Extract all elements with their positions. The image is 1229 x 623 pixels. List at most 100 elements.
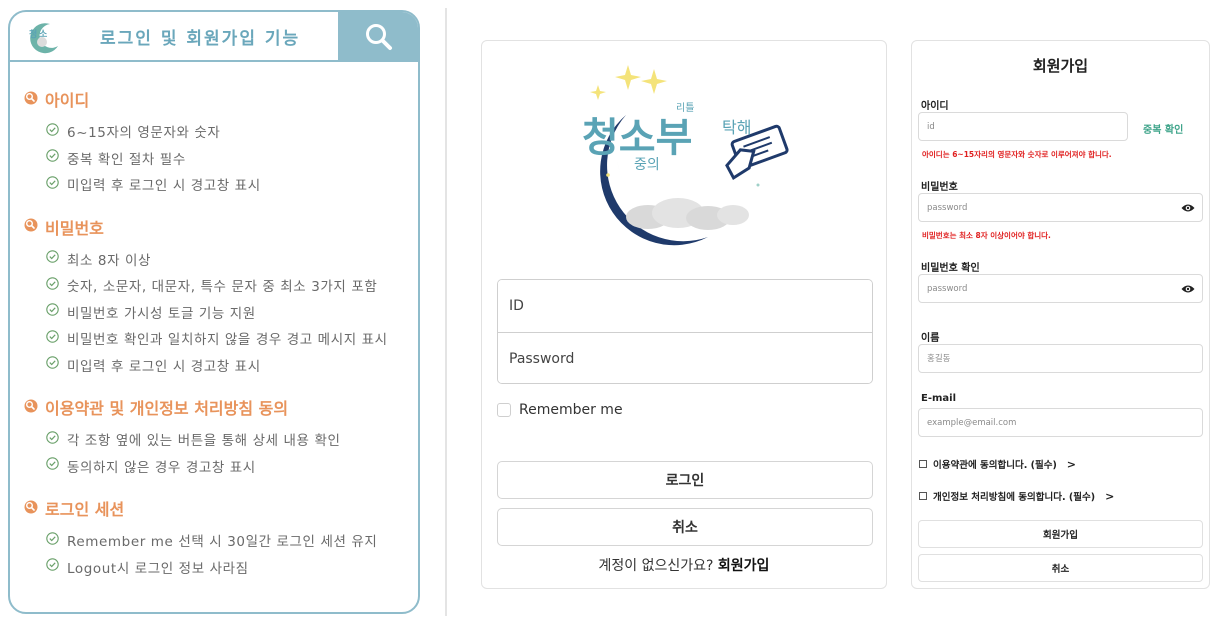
search-button[interactable] — [338, 12, 418, 60]
svg-text:청: 청 — [29, 28, 37, 40]
feature-item-text: 미입력 후 로그인 시 경고창 표시 — [67, 358, 261, 375]
feature-item-text: 6~15자의 영문자와 숫자 — [67, 125, 221, 142]
panel-header: 청 소 로그인 및 회원가입 기능 — [10, 12, 418, 62]
feature-item: 6~15자의 영문자와 숫자 — [24, 118, 418, 145]
chevron-right-icon[interactable]: > — [1067, 458, 1076, 471]
panel-title: 로그인 및 회원가입 기능 — [100, 29, 301, 49]
brand-logo-small-top: 리틀 — [676, 102, 694, 114]
cancel-button[interactable]: 취소 — [497, 508, 873, 546]
signup-link[interactable]: 회원가입 — [718, 558, 770, 574]
email-label: E-mail — [921, 393, 957, 404]
terms-label: 이용약관에 동의합니다. (필수) — [933, 460, 1057, 471]
id-label: 아이디 — [921, 101, 949, 112]
feature-panel: 청 소 로그인 및 회원가입 기능 아이디 6~15자의 영문자와 숫자중복 확인… — [8, 10, 420, 614]
feature-section-title: 아이디 — [24, 88, 418, 110]
check-circle-icon — [46, 532, 59, 549]
feature-item-text: 미입력 후 로그인 시 경고창 표시 — [67, 178, 261, 195]
search-bullet-icon — [24, 90, 38, 109]
signup-id-input[interactable] — [918, 112, 1128, 141]
password-error-message: 비밀번호는 최소 8자 이상이어야 합니다. — [922, 231, 1051, 240]
feature-item: 중복 확인 절차 필수 — [24, 145, 418, 172]
check-circle-icon — [46, 356, 59, 373]
feature-item-text: Logout시 로그인 정보 사라짐 — [67, 560, 249, 577]
signup-cancel-button[interactable]: 취소 — [918, 554, 1203, 582]
feature-section-title: 비밀번호 — [24, 216, 418, 238]
feature-item: 미입력 후 로그인 시 경고창 표시 — [24, 352, 418, 379]
login-form — [497, 279, 873, 384]
feature-item-text: 숫자, 소문자, 대문자, 특수 문자 중 최소 3가지 포함 — [67, 279, 378, 296]
name-label: 이름 — [921, 333, 940, 344]
eye-icon[interactable] — [1181, 284, 1195, 294]
eye-icon[interactable] — [1181, 203, 1195, 213]
feature-item-text: 비밀번호 가시성 토글 기능 지원 — [67, 305, 256, 322]
feature-section-title-text: 로그인 세션 — [45, 500, 125, 519]
privacy-agree-row[interactable]: 개인정보 처리방침에 동의합니다. (필수) > — [919, 489, 1114, 503]
feature-section: 비밀번호최소 8자 이상숫자, 소문자, 대문자, 특수 문자 중 최소 3가지… — [24, 216, 418, 379]
signup-title: 회원가입 — [1032, 57, 1089, 75]
feature-section: 이용약관 및 개인정보 처리방침 동의각 조항 옆에 있는 버튼을 통해 상세 … — [24, 396, 418, 479]
brand-logo: 청소부 리틀 중의 탁해 — [582, 65, 789, 247]
feature-item: 숫자, 소문자, 대문자, 특수 문자 중 최소 3가지 포함 — [24, 272, 418, 299]
feature-item: 미입력 후 로그인 시 경고창 표시 — [24, 171, 418, 198]
remember-me-label: Remember me — [519, 402, 623, 418]
check-circle-icon — [46, 457, 59, 474]
feature-item-text: 최소 8자 이상 — [67, 252, 152, 269]
vertical-divider — [445, 8, 447, 616]
remember-me-checkbox[interactable] — [497, 403, 511, 417]
signup-password-confirm-input[interactable] — [918, 274, 1203, 303]
feature-item-text: 비밀번호 확인과 일치하지 않을 경우 경고 메시지 표시 — [67, 332, 388, 349]
signup-prompt: 계정이 없으신가요? 회원가입 — [482, 555, 886, 575]
feature-item: 동의하지 않은 경우 경고창 표시 — [24, 453, 418, 480]
check-circle-icon — [46, 176, 59, 193]
search-bullet-icon — [24, 398, 38, 417]
login-card: 청소부 리틀 중의 탁해 Remember me 로그인 취소 계정이 없으신가… — [481, 40, 887, 589]
remember-me-row[interactable]: Remember me — [497, 402, 623, 418]
brand-logo-small-mid: 중의 — [634, 157, 660, 173]
feature-item: Logout시 로그인 정보 사라짐 — [24, 554, 418, 581]
password-confirm-label: 비밀번호 확인 — [921, 263, 980, 274]
feature-item-text: Remember me 선택 시 30일간 로그인 세션 유지 — [67, 534, 378, 551]
brand-logo-main: 청소부 — [582, 115, 692, 161]
check-circle-icon — [46, 431, 59, 448]
terms-checkbox[interactable] — [919, 460, 927, 468]
check-circle-icon — [46, 123, 59, 140]
feature-section-title: 이용약관 및 개인정보 처리방침 동의 — [24, 396, 418, 418]
check-circle-icon — [46, 277, 59, 294]
privacy-label: 개인정보 처리방침에 동의합니다. (필수) — [933, 492, 1096, 503]
feature-item: 최소 8자 이상 — [24, 246, 418, 273]
svg-text:소: 소 — [39, 29, 48, 40]
check-circle-icon — [46, 149, 59, 166]
search-bullet-icon — [24, 217, 38, 236]
chevron-right-icon[interactable]: > — [1105, 490, 1114, 503]
feature-item-text: 동의하지 않은 경우 경고창 표시 — [67, 459, 256, 476]
email-input[interactable] — [918, 408, 1203, 437]
check-circle-icon — [46, 303, 59, 320]
feature-item: 비밀번호 확인과 일치하지 않을 경우 경고 메시지 표시 — [24, 325, 418, 352]
signup-password-input[interactable] — [918, 193, 1203, 222]
search-bullet-icon — [24, 499, 38, 518]
check-circle-icon — [46, 558, 59, 575]
feature-item-text: 중복 확인 절차 필수 — [67, 151, 186, 168]
check-circle-icon — [46, 330, 59, 347]
logo-image: 청 소 — [29, 23, 58, 54]
duplicate-check-button[interactable]: 중복 확인 — [1143, 121, 1183, 136]
feature-item: Remember me 선택 시 30일간 로그인 세션 유지 — [24, 527, 418, 554]
id-input[interactable] — [498, 280, 872, 332]
feature-item: 각 조항 옆에 있는 버튼을 통해 상세 내용 확인 — [24, 426, 418, 453]
terms-agree-row[interactable]: 이용약관에 동의합니다. (필수) > — [919, 457, 1076, 471]
feature-section-title-text: 아이디 — [45, 91, 90, 110]
feature-section: 아이디 6~15자의 영문자와 숫자중복 확인 절차 필수미입력 후 로그인 시 … — [24, 88, 418, 198]
signup-prompt-text: 계정이 없으신가요? — [598, 558, 714, 574]
search-icon — [366, 24, 392, 50]
signup-card: 회원가입 아이디 중복 확인 아이디는 6~15자리의 영문자와 숫자로 이루어… — [911, 40, 1210, 589]
signup-submit-button[interactable]: 회원가입 — [918, 520, 1203, 548]
feature-section-title: 로그인 세션 — [24, 497, 418, 519]
brand-logo-small-right: 탁해 — [722, 118, 751, 137]
feature-section-title-text: 비밀번호 — [45, 218, 104, 238]
login-button[interactable]: 로그인 — [497, 461, 873, 499]
check-circle-icon — [46, 250, 59, 267]
name-input[interactable] — [918, 344, 1203, 373]
privacy-checkbox[interactable] — [919, 492, 927, 500]
feature-section: 로그인 세션 Remember me 선택 시 30일간 로그인 세션 유지 Log… — [24, 497, 418, 580]
password-input[interactable] — [498, 333, 872, 383]
